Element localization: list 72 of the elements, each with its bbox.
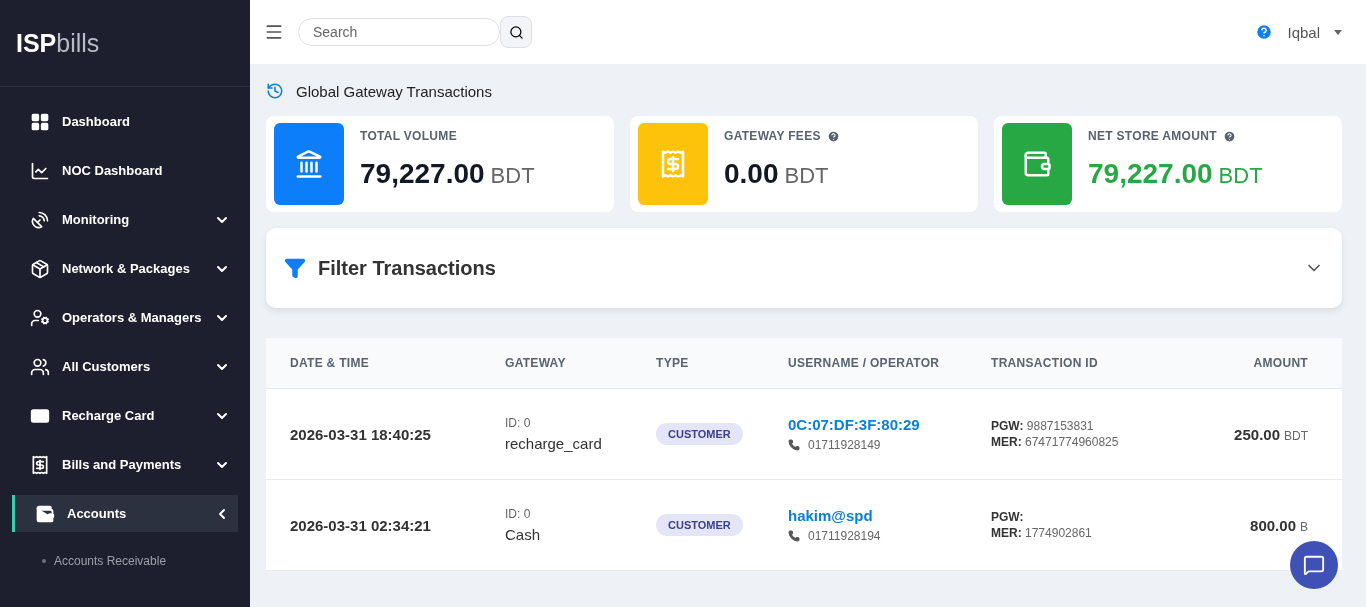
stat-unit: BDT [1218,163,1263,189]
sidebar-item[interactable]: Network & Packages [12,250,238,287]
sidebar-item[interactable]: NOC Dashboard [12,152,238,189]
gateway-name: Cash [505,526,542,543]
sidebar-item[interactable]: Recharge Card [12,397,238,434]
table-cell-text: 2026-03-31 18:40:25 [290,425,432,443]
stat-label: GATEWAY FEES [724,129,821,143]
gateway-id: ID: 0 [505,507,532,521]
stat-label: NET STORE AMOUNT [1088,129,1217,143]
amount: 250.00 [1234,425,1280,443]
sidebar-item[interactable]: Bills and Payments [12,446,238,483]
filter-icon [284,257,306,279]
column-header: GATEWAY [505,356,567,370]
wallet-icon [1022,149,1052,179]
box-icon [30,258,50,279]
pgw-id: PGW: [991,510,1025,524]
stat-value: 79,227.00 [1088,158,1213,190]
menu-icon[interactable] [264,22,284,42]
satellite-dish-icon [30,209,50,230]
type-tag: CUSTOMER [656,514,743,536]
search-icon [508,24,524,40]
phone-icon [788,530,800,542]
stat-value: 0.00 [724,158,779,190]
amount-unit: B [1300,519,1308,534]
sidebar-item[interactable]: Dashboard [12,103,238,140]
table-cell-text: 2026-03-31 02:34:21 [290,516,432,534]
phone-icon [788,439,800,451]
filter-panel[interactable]: Filter Transactions [266,228,1342,308]
chart-icon [30,160,50,181]
user-menu[interactable]: Iqbal [1287,23,1320,41]
column-header: USERNAME / OPERATOR [788,356,941,370]
stat-unit: BDT [784,163,829,189]
amount-unit: BDT [1284,428,1308,443]
users-icon [30,356,50,377]
caret-icon[interactable] [1334,29,1342,35]
sidebar-item[interactable]: All Customers [12,348,238,385]
wallet-icon [35,503,55,524]
column-header: TYPE [656,356,690,370]
bank-icon [294,149,324,179]
pgw-id: PGW: 9887153831 [991,419,1095,433]
search-button[interactable] [500,16,532,48]
user-gear-icon [30,307,50,328]
chat-icon [1303,554,1325,576]
stat-unit: BDT [490,163,535,189]
stat-label: TOTAL VOLUME [360,129,457,143]
sidebar-item[interactable]: Operators & Managers [12,299,238,336]
mer-id: MER: 67471774960825 [991,435,1120,449]
column-header: AMOUNT [1253,356,1308,370]
sidebar-item[interactable]: Accounts [12,495,238,532]
phone-number: 01711928194 [808,529,881,543]
receipt-icon [30,454,50,475]
type-tag: CUSTOMER [656,423,743,445]
filter-title: Filter Transactions [318,256,497,280]
column-header: TRANSACTION ID [991,356,1099,370]
sidebar-item[interactable]: Monitoring [12,201,238,238]
chat-button[interactable] [1290,541,1338,589]
gateway-name: recharge_card [505,435,603,452]
help-icon[interactable] [1255,23,1274,41]
sidebar-subitem[interactable]: Accounts Receivable [54,554,167,568]
mer-id: MER: 1774902861 [991,526,1093,540]
username-link[interactable]: hakim@spd [788,507,991,524]
search-field[interactable]: Search [298,18,500,46]
amount: 800.00 [1250,516,1296,534]
gateway-id: ID: 0 [505,416,532,430]
username-link[interactable]: 0C:07:DF:3F:80:29 [788,416,991,433]
page-title: Global Gateway Transactions [296,82,492,100]
history-icon [266,82,284,100]
phone-number: 01711928149 [808,438,881,452]
stat-value: 79,227.00 [360,158,485,190]
column-header: DATE & TIME [290,356,371,370]
grid-icon [30,111,50,132]
bullet-icon [42,559,46,563]
